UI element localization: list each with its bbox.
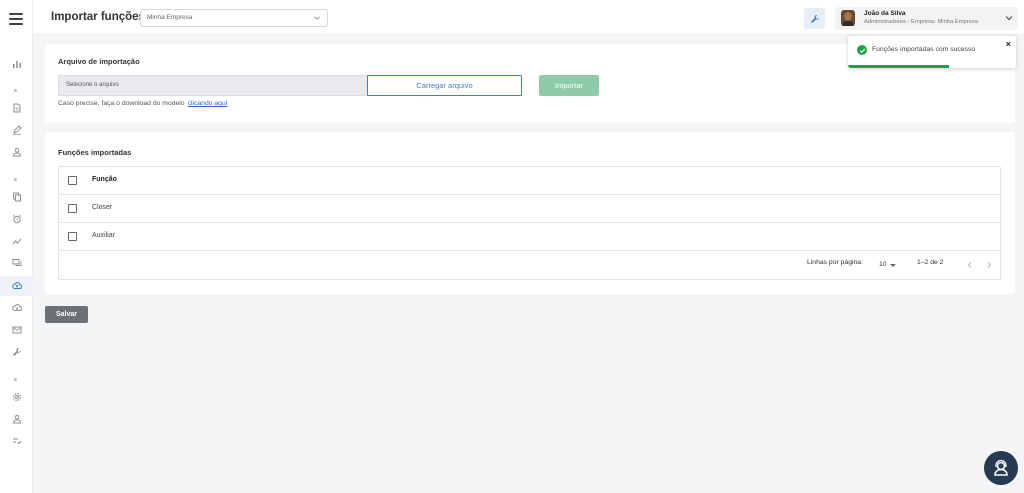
- table-row: Closer: [59, 195, 1000, 223]
- chevron-left-icon: [967, 262, 972, 268]
- table-cell-funcao: Auxiliar: [92, 232, 115, 239]
- user-menu[interactable]: João da Silva Administradores - Empresa:…: [835, 7, 1018, 30]
- row-checkbox[interactable]: [68, 232, 77, 241]
- help-button[interactable]: [984, 451, 1018, 485]
- column-header-funcao: Função: [92, 176, 117, 183]
- chevron-down-icon: [314, 16, 320, 20]
- chevron-down-icon: [1005, 16, 1013, 21]
- cloud-download-icon[interactable]: [0, 298, 33, 318]
- top-bar: Importar funções Minha Empresa João da S…: [33, 0, 1024, 35]
- table-header-row: Função: [59, 167, 1000, 195]
- menu-icon[interactable]: [9, 13, 23, 25]
- wrench-icon: [810, 14, 819, 23]
- pencil-icon[interactable]: [0, 120, 33, 140]
- company-select-value: Minha Empresa: [147, 14, 193, 21]
- template-hint-text: Caso precise, faça o download do modelo: [58, 100, 185, 107]
- user-name: João da Silva: [864, 10, 906, 17]
- chat-icon[interactable]: [0, 253, 33, 273]
- avatar: [841, 10, 855, 26]
- table-cell-funcao: Closer: [92, 204, 113, 211]
- copy-icon[interactable]: [0, 187, 33, 207]
- cloud-upload-icon[interactable]: [0, 276, 33, 296]
- table-pagination: Linhas por página: 10 1–2 de 2: [59, 251, 1000, 279]
- caret-down-icon: [890, 264, 896, 267]
- toast-message: Funções importadas com sucesso: [872, 46, 976, 53]
- toast-progress-bar: [848, 65, 949, 68]
- next-page-button[interactable]: [982, 258, 996, 272]
- company-select[interactable]: Minha Empresa: [140, 9, 328, 27]
- alarm-icon[interactable]: [0, 209, 33, 229]
- page-title: Importar funções: [51, 11, 145, 23]
- chart-icon[interactable]: [0, 54, 33, 74]
- wrench-icon[interactable]: [0, 342, 33, 362]
- template-hint: Caso precise, faça o download do modelo c…: [58, 100, 227, 107]
- template-download-link[interactable]: clicando aqui: [188, 100, 228, 107]
- section-dot: [14, 178, 17, 181]
- import-button[interactable]: Importar: [539, 75, 599, 96]
- upload-file-button[interactable]: Carregar arquivo: [367, 75, 522, 96]
- section-dot: [14, 89, 17, 92]
- document-icon[interactable]: [0, 98, 33, 118]
- check-circle-icon: [857, 45, 867, 55]
- row-checkbox[interactable]: [68, 204, 77, 213]
- close-icon[interactable]: ×: [1006, 39, 1011, 49]
- user-icon[interactable]: [0, 142, 33, 162]
- file-input[interactable]: Selecione o arquivo: [58, 75, 368, 96]
- trend-icon[interactable]: [0, 231, 33, 251]
- file-input-placeholder: Selecione o arquivo: [66, 82, 119, 88]
- success-toast: Funções importadas com sucesso ×: [848, 36, 1016, 68]
- previous-page-button[interactable]: [963, 258, 977, 272]
- user-role: Administradores - Empresa: Minha Empresa: [864, 19, 979, 25]
- rows-per-page-select[interactable]: 10: [879, 261, 887, 268]
- table-row: Auxiliar: [59, 223, 1000, 251]
- import-card-title: Arquivo de importação: [58, 57, 140, 66]
- list-check-icon[interactable]: [0, 431, 33, 451]
- functions-table: Função Closer Auxiliar Linhas por página…: [58, 166, 1001, 280]
- rows-per-page-label: Linhas por página:: [807, 259, 863, 266]
- settings-tools-button[interactable]: [804, 8, 825, 29]
- select-all-checkbox[interactable]: [68, 176, 77, 185]
- imported-functions-card: Funções importadas Função Closer Auxilia…: [45, 132, 1015, 294]
- section-dot: [14, 378, 17, 381]
- mail-icon[interactable]: [0, 320, 33, 340]
- support-agent-icon: [994, 459, 1008, 476]
- user-alt-icon[interactable]: [0, 409, 33, 429]
- gear-icon[interactable]: [0, 387, 33, 407]
- chevron-right-icon: [987, 262, 992, 268]
- table-card-title: Funções importadas: [58, 148, 132, 157]
- save-button[interactable]: Salvar: [45, 306, 88, 323]
- pagination-range: 1–2 de 2: [917, 259, 944, 266]
- sidebar: [0, 0, 33, 493]
